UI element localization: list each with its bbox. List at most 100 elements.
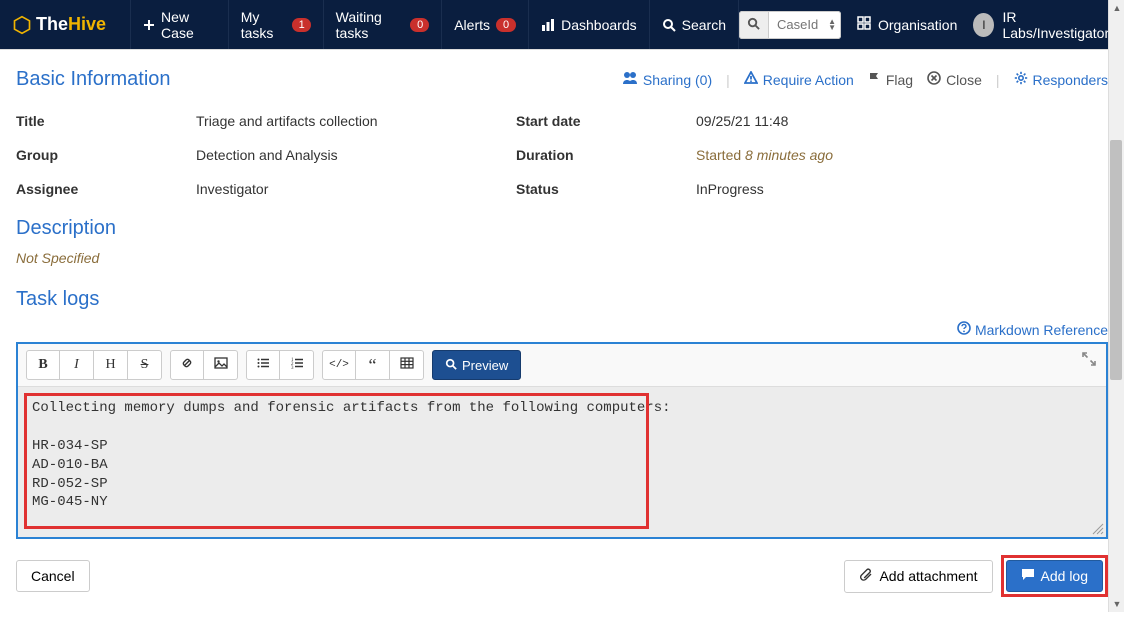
value-group: Detection and Analysis (196, 147, 516, 163)
svg-text:3: 3 (291, 366, 294, 370)
nav-organisation[interactable]: Organisation (857, 16, 957, 33)
cancel-button[interactable]: Cancel (16, 560, 90, 592)
badge: 0 (410, 18, 429, 32)
label-title: Title (16, 113, 196, 129)
editor-textarea[interactable]: Collecting memory dumps and forensic art… (18, 387, 1106, 537)
editor-toolbar: B I H S 123 </> “ Preview (18, 344, 1106, 387)
footer-row: Cancel Add attachment Add log (16, 555, 1108, 597)
comment-icon (1021, 568, 1035, 584)
action-sharing[interactable]: Sharing (0) (622, 71, 712, 88)
table-icon (400, 356, 414, 375)
list-ul-icon (256, 356, 270, 375)
value-title: Triage and artifacts collection (196, 113, 516, 129)
value-duration: Started 8 minutes ago (696, 147, 1108, 163)
action-bar: Sharing (0) | Require Action Flag Close … (622, 71, 1108, 88)
warning-icon (744, 71, 758, 88)
value-start-date: 09/25/21 11:48 (696, 113, 1108, 129)
action-flag[interactable]: Flag (868, 72, 913, 88)
nav-label: Waiting tasks (336, 9, 404, 41)
scroll-down-icon[interactable]: ▼ (1109, 596, 1124, 612)
label-start-date: Start date (516, 113, 696, 129)
action-close[interactable]: Close (927, 71, 982, 88)
top-nav: TheHive New Case My tasks 1 Waiting task… (0, 0, 1124, 49)
searchbox-input[interactable] (769, 11, 841, 39)
grid-icon (857, 16, 871, 33)
searchbox: ▲▼ (739, 11, 841, 39)
paperclip-icon (859, 568, 873, 585)
scroll-up-icon[interactable]: ▲ (1109, 0, 1124, 16)
tb-bold[interactable]: B (26, 350, 60, 380)
tb-ul[interactable] (246, 350, 280, 380)
page-content: Basic Information Sharing (0) | Require … (0, 49, 1124, 617)
label-status: Status (516, 181, 696, 197)
tb-table[interactable] (390, 350, 424, 380)
nav-waiting-tasks[interactable]: Waiting tasks 0 (324, 0, 443, 49)
tb-italic[interactable]: I (60, 350, 94, 380)
nav-label: Alerts (454, 17, 490, 33)
nav-my-tasks[interactable]: My tasks 1 (229, 0, 324, 49)
nav-label: Dashboards (561, 17, 637, 33)
editor-content: Collecting memory dumps and forensic art… (32, 399, 1092, 512)
section-task-logs: Task logs (16, 288, 1108, 311)
markdown-reference-link[interactable]: Markdown Reference (957, 321, 1108, 338)
barchart-icon (541, 18, 555, 32)
description-value: Not Specified (16, 250, 1108, 266)
nav-new-case[interactable]: New Case (130, 0, 229, 49)
code-icon: </> (329, 359, 349, 371)
plus-icon (143, 18, 155, 32)
nav-right: ▲▼ Organisation I IR Labs/Investigator (739, 9, 1112, 41)
value-status: InProgress (696, 181, 1108, 197)
add-log-button[interactable]: Add log (1006, 560, 1103, 592)
nav-user[interactable]: I IR Labs/Investigator (973, 9, 1112, 41)
label-duration: Duration (516, 147, 696, 163)
searchbox-button[interactable] (739, 11, 769, 39)
gear-icon (1014, 71, 1028, 88)
expand-icon[interactable] (1082, 352, 1096, 369)
nav-dashboards[interactable]: Dashboards (529, 0, 650, 49)
divider: | (726, 72, 730, 88)
tb-image[interactable] (204, 350, 238, 380)
image-icon (214, 356, 228, 375)
close-circle-icon (927, 71, 941, 88)
resize-handle-icon[interactable] (1090, 521, 1104, 535)
editor-box: B I H S 123 </> “ Preview (16, 342, 1108, 539)
nav-label: Search (682, 17, 726, 33)
search-icon (747, 17, 760, 33)
tb-quote[interactable]: “ (356, 350, 390, 380)
user-label: IR Labs/Investigator (1002, 9, 1112, 41)
link-icon (180, 356, 194, 375)
tb-strike[interactable]: S (128, 350, 162, 380)
action-responders[interactable]: Responders (1014, 71, 1109, 88)
hive-logo-icon (12, 15, 32, 35)
add-attachment-button[interactable]: Add attachment (844, 560, 992, 593)
value-assignee: Investigator (196, 181, 516, 197)
scroll-thumb[interactable] (1110, 140, 1122, 380)
preview-button[interactable]: Preview (432, 350, 521, 380)
search-icon (662, 18, 676, 32)
users-icon (622, 71, 638, 88)
badge: 0 (496, 18, 516, 32)
scrollbar[interactable]: ▲ ▼ (1108, 0, 1124, 612)
action-require-action[interactable]: Require Action (744, 71, 854, 88)
quote-icon: “ (369, 355, 377, 376)
section-basic-info: Basic Information (16, 68, 171, 91)
search-icon (445, 358, 457, 373)
nav-label: New Case (161, 9, 216, 41)
tb-heading[interactable]: H (94, 350, 128, 380)
nav-search[interactable]: Search (650, 0, 739, 49)
badge: 1 (292, 18, 311, 32)
info-grid: Title Triage and artifacts collection St… (16, 113, 1108, 197)
tb-link[interactable] (170, 350, 204, 380)
divider: | (996, 72, 1000, 88)
nav-alerts[interactable]: Alerts 0 (442, 0, 529, 49)
logo-text: TheHive (36, 14, 106, 35)
nav-items: New Case My tasks 1 Waiting tasks 0 Aler… (130, 0, 739, 49)
list-ol-icon: 123 (290, 356, 304, 375)
tb-ol[interactable]: 123 (280, 350, 314, 380)
highlight-box: Add log (1001, 555, 1108, 597)
nav-label: Organisation (878, 17, 957, 33)
label-group: Group (16, 147, 196, 163)
logo[interactable]: TheHive (12, 14, 106, 35)
flag-icon (868, 72, 881, 88)
tb-code[interactable]: </> (322, 350, 356, 380)
